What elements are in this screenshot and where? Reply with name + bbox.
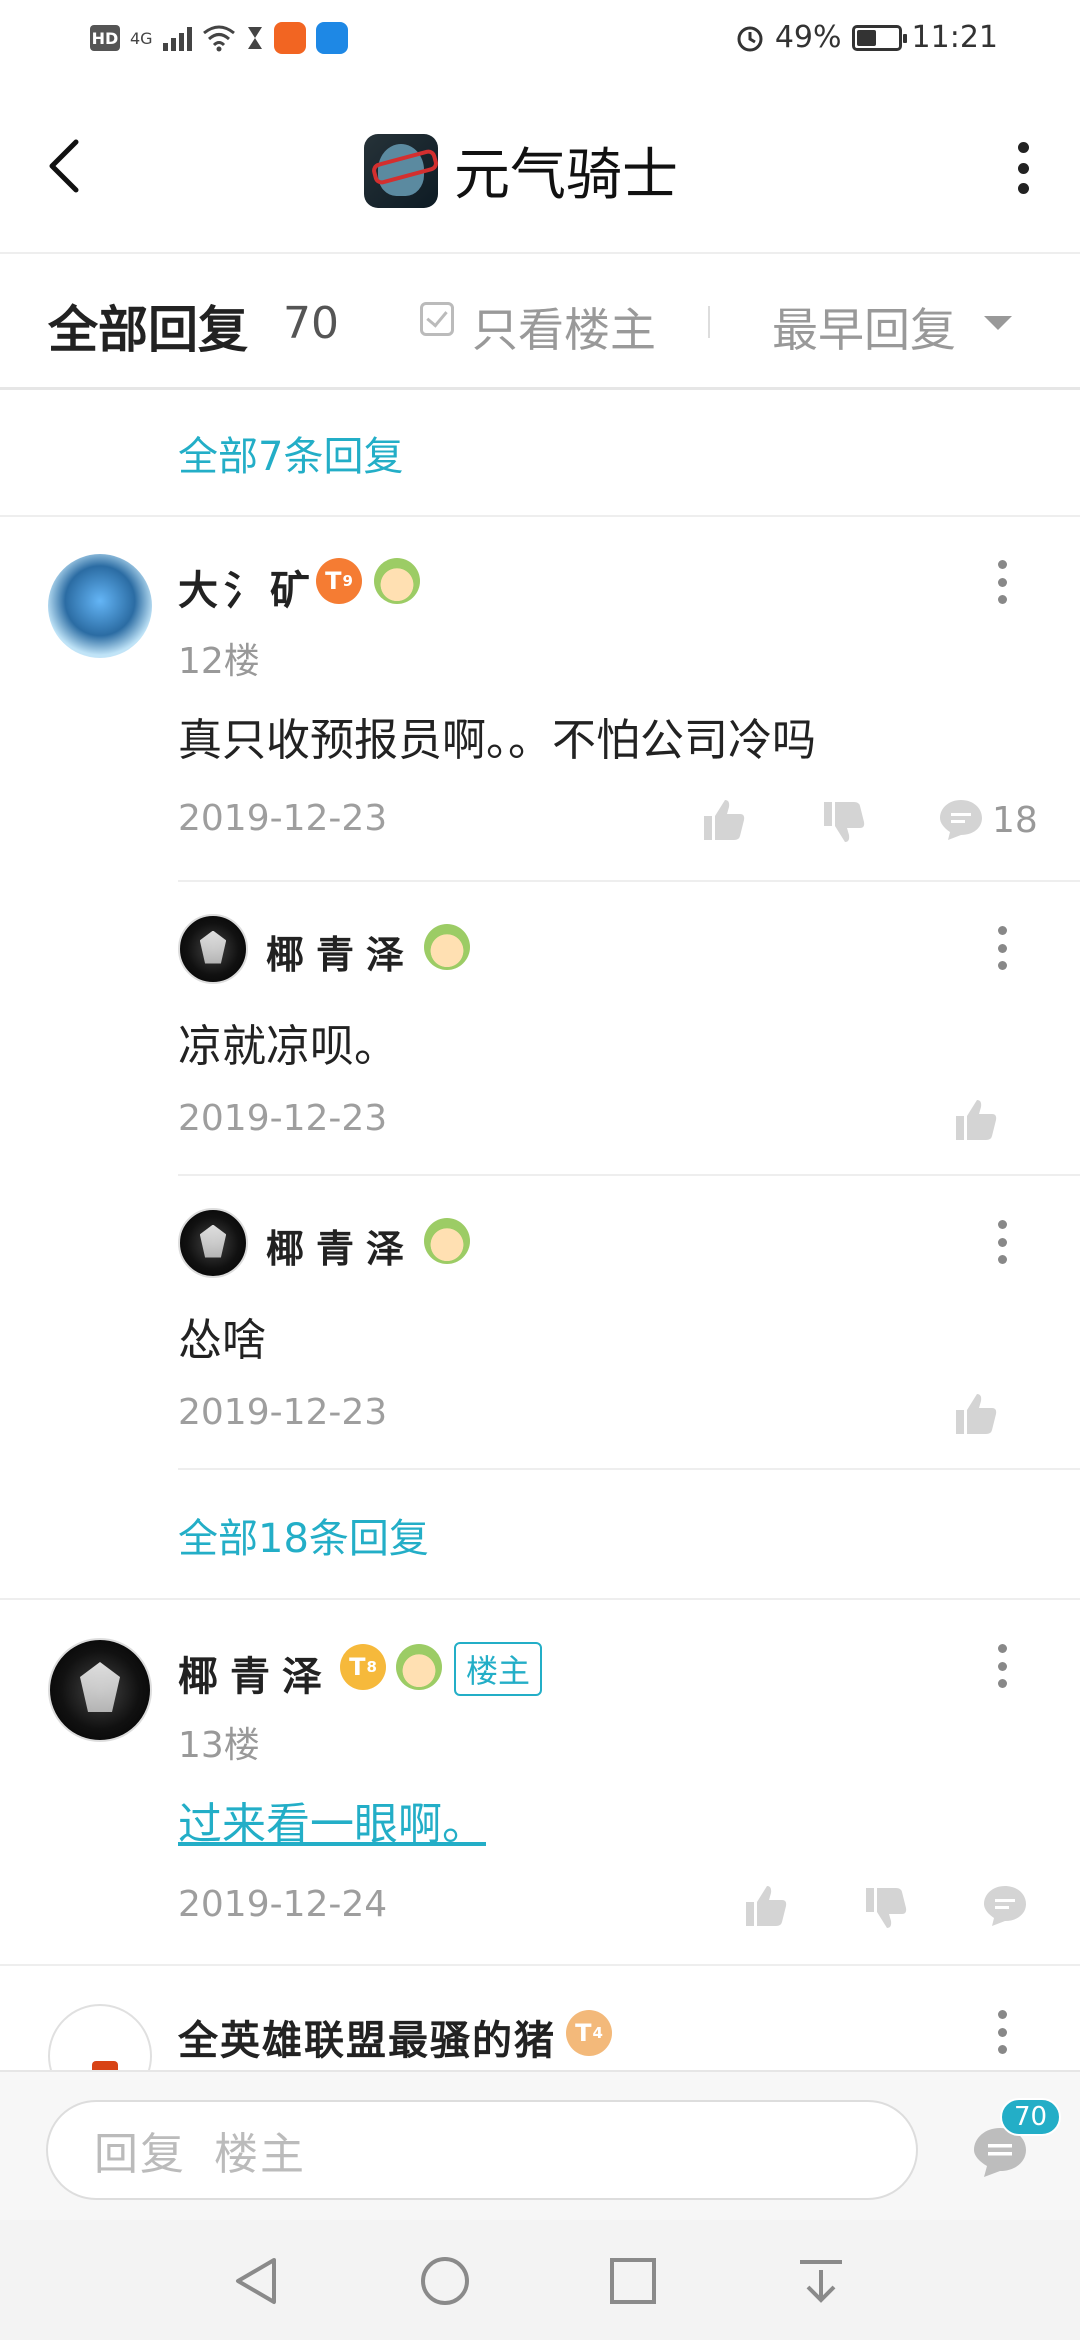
game-logo-icon: [364, 133, 438, 208]
post-date: 2019-12-24: [178, 1884, 388, 1925]
comment-count: 18: [992, 800, 1038, 841]
like-icon[interactable]: [952, 1096, 998, 1142]
caret-down-icon[interactable]: [984, 316, 1012, 330]
chevron-left-icon: [49, 139, 79, 193]
reply-bar: 回复 楼主 70: [0, 2070, 1080, 2220]
comment-icon[interactable]: [938, 798, 984, 842]
filter-divider: [708, 306, 710, 338]
username[interactable]: 椰青泽: [266, 1218, 416, 1273]
app-notification-icon: [273, 22, 306, 54]
divider: [178, 880, 1080, 882]
only-op-label[interactable]: 只看楼主: [472, 294, 656, 360]
only-op-checkbox[interactable]: [420, 302, 454, 336]
status-right: 49% 11:21: [735, 20, 998, 55]
sort-dropdown[interactable]: 最早回复: [772, 294, 956, 360]
avatar[interactable]: [178, 1208, 248, 1278]
level-number: 4: [592, 2024, 603, 2042]
system-nav-bar: [0, 2220, 1080, 2340]
app-notification-icon-2: [315, 22, 348, 54]
avatar-decoration-icon: [396, 1644, 442, 1690]
avatar-decoration-icon: [424, 924, 470, 970]
reply-input[interactable]: 回复 楼主: [46, 2100, 918, 2200]
more-vertical-icon[interactable]: [998, 560, 1008, 604]
level-badge: T8: [340, 1644, 386, 1690]
view-all-replies-link[interactable]: 全部7条回复: [178, 424, 403, 482]
level-badge: T9: [316, 558, 362, 604]
like-icon[interactable]: [952, 1390, 998, 1436]
more-vertical-icon[interactable]: [998, 926, 1008, 970]
level-number: 9: [342, 572, 353, 590]
avatar-decoration-icon: [374, 558, 420, 604]
nav-back-icon[interactable]: [230, 2254, 284, 2308]
more-vertical-icon[interactable]: [998, 1220, 1008, 1264]
nav-home-icon[interactable]: [418, 2254, 472, 2308]
level-letter: T: [325, 567, 342, 595]
post-content-link[interactable]: 过来看一眼啊。: [178, 1788, 486, 1852]
floor-number: 13楼: [178, 1725, 260, 1766]
signal-icon: [162, 25, 192, 51]
alarm-icon: [737, 26, 763, 51]
back-button[interactable]: [42, 136, 86, 196]
post-date: 2019-12-23: [178, 798, 388, 839]
hourglass-icon: [247, 27, 262, 49]
reply-content[interactable]: 怂啥: [178, 1304, 266, 1368]
username[interactable]: 大氵矿: [178, 558, 316, 616]
divider: [0, 515, 1080, 517]
avatar[interactable]: [48, 1638, 152, 1742]
battery-percent: 49%: [774, 20, 842, 55]
reply-date: 2019-12-23: [178, 1098, 388, 1139]
reply-count: 70: [283, 298, 339, 349]
divider: [178, 1468, 1080, 1470]
reply-date: 2019-12-23: [178, 1392, 388, 1433]
forum-title-group[interactable]: 元气骑士: [364, 130, 678, 211]
username[interactable]: 全英雄联盟最骚的猪: [178, 2008, 556, 2066]
like-icon[interactable]: [700, 796, 746, 842]
hd-icon: HD: [90, 25, 120, 51]
username[interactable]: 椰青泽: [178, 1644, 334, 1702]
view-all-replies-link[interactable]: 全部18条回复: [178, 1506, 429, 1564]
network-label: 4G: [130, 28, 153, 48]
level-letter: T: [575, 2019, 592, 2047]
more-vertical-icon[interactable]: [998, 2010, 1008, 2054]
nav-dropdown-icon[interactable]: [794, 2254, 848, 2308]
top-app-bar: 元气骑士: [0, 86, 1080, 254]
owner-badge: 楼主: [454, 1642, 543, 1696]
avatar[interactable]: [48, 554, 152, 658]
floor-number: 12楼: [178, 641, 260, 682]
level-badge: T4: [566, 2010, 612, 2056]
level-number: 8: [366, 1658, 377, 1676]
all-replies-label: 全部回复: [48, 301, 248, 359]
divider: [0, 1964, 1080, 1966]
comment-icon[interactable]: [982, 1884, 1028, 1928]
dislike-icon[interactable]: [820, 800, 866, 846]
reply-placeholder: 回复: [94, 2129, 186, 2180]
avatar-decoration-icon: [424, 1218, 470, 1264]
battery-fill: [856, 29, 877, 46]
divider: [178, 1174, 1080, 1176]
dislike-icon[interactable]: [862, 1886, 908, 1932]
more-vertical-icon[interactable]: [1018, 142, 1030, 194]
status-left-icons: HD 4G: [90, 22, 348, 54]
divider: [0, 1598, 1080, 1600]
status-bar: HD 4G 49% 11:21: [0, 0, 1080, 86]
reply-content[interactable]: 凉就凉呗。: [178, 1010, 398, 1074]
reply-count-badge: 70: [1000, 2098, 1062, 2136]
like-icon[interactable]: [742, 1882, 788, 1928]
reply-target: 楼主: [214, 2129, 306, 2180]
avatar[interactable]: [178, 914, 248, 984]
page-title: 元气骑士: [454, 143, 678, 208]
reply-filter-bar: 全部回复 70 只看楼主 最早回复: [0, 256, 1080, 390]
wifi-icon: [202, 25, 235, 52]
more-vertical-icon[interactable]: [998, 1644, 1008, 1688]
level-letter: T: [349, 1653, 366, 1681]
username[interactable]: 椰青泽: [266, 924, 416, 979]
battery-icon: [851, 24, 907, 51]
clock: 11:21: [911, 20, 998, 55]
post-content[interactable]: 真只收预报员啊。。不怕公司冷吗: [178, 704, 816, 768]
nav-recents-icon[interactable]: [606, 2254, 660, 2308]
